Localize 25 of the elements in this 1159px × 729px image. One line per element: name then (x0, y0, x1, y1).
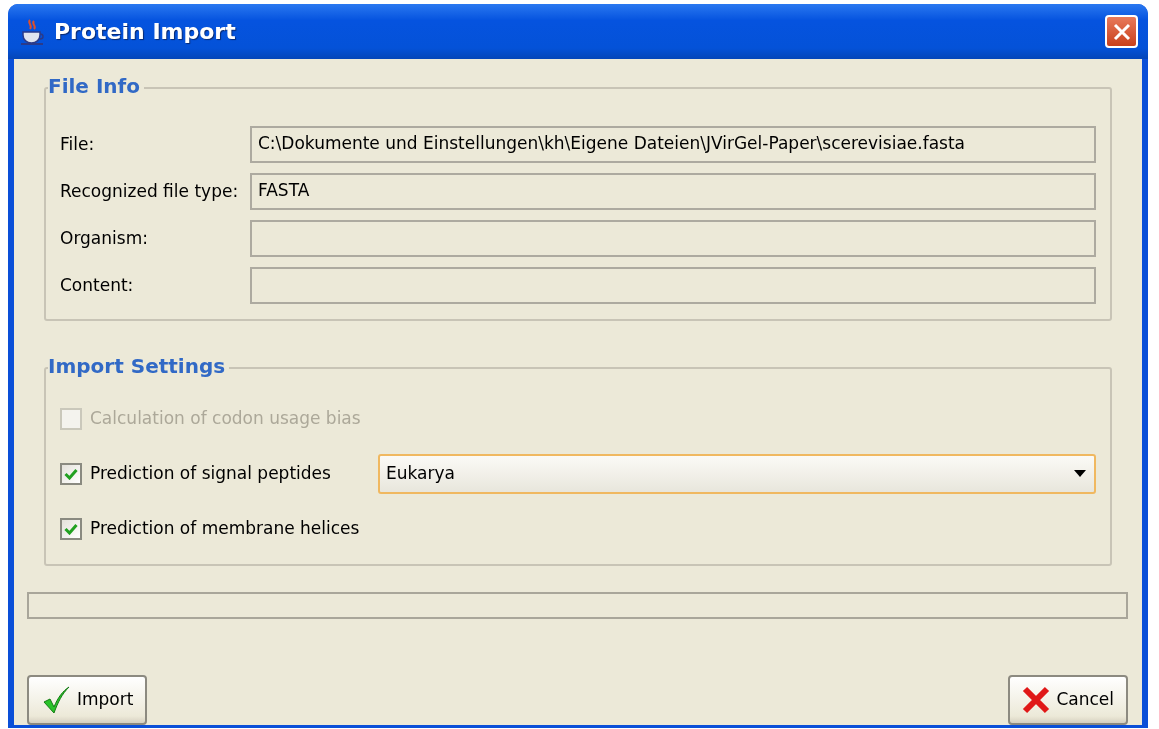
field-label: Organism: (59, 226, 149, 250)
text-field[interactable] (250, 267, 1096, 304)
caret-icon (1074, 470, 1086, 477)
checkmark-icon (41, 685, 71, 715)
cross-icon (1022, 686, 1051, 714)
cancel-button[interactable]: Cancel (1008, 675, 1128, 725)
import-button[interactable]: Import (27, 675, 148, 725)
dropdown[interactable]: Eukarya (378, 453, 1096, 494)
text-field[interactable]: FASTA (250, 173, 1096, 210)
window-title: Protein Import (54, 18, 236, 46)
text-field[interactable]: C:\Dokumente und Einstellungen\kh\Eigene Dateien\JVirGel-Paper\scerevisiae.fasta (250, 126, 1096, 163)
field-label: Recognized file type: (59, 179, 240, 203)
checkbox-label: Prediction of signal peptides (90, 461, 331, 485)
checkmark-icon (64, 467, 78, 480)
checkmark-icon (64, 522, 78, 535)
checkbox-label: Prediction of membrane helices (90, 516, 360, 540)
close-icon (1112, 22, 1131, 41)
checkbox[interactable] (60, 517, 82, 540)
text-field[interactable] (250, 220, 1096, 257)
checkbox[interactable] (60, 462, 82, 485)
close-button[interactable] (1105, 15, 1138, 48)
checkbox-label: Calculation of codon usage bias (90, 406, 361, 430)
field-label: File: (59, 132, 96, 156)
coffee-cup-icon (20, 17, 46, 46)
field-label: Content: (59, 273, 135, 297)
